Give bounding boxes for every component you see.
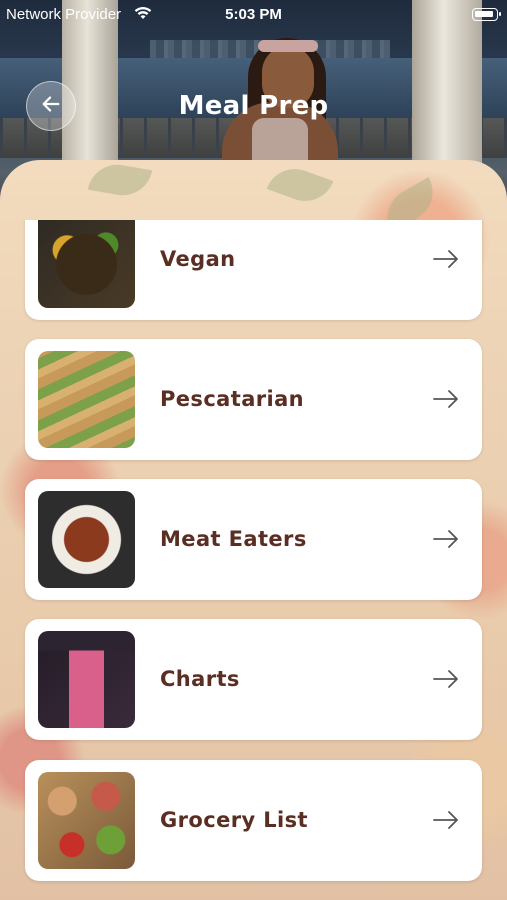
category-label: Vegan [160, 247, 236, 271]
category-list[interactable]: Vegan Pescatarian Meat Eaters Charts Gro… [0, 220, 507, 900]
vegan-dish-image [38, 220, 135, 308]
category-card-pescatarian[interactable]: Pescatarian [25, 339, 482, 460]
clock-time: 5:03 PM [225, 6, 282, 23]
arrow-right-icon [433, 809, 459, 831]
category-label: Meat Eaters [160, 527, 307, 551]
arrow-right-icon [433, 248, 459, 270]
arrow-right-icon [433, 388, 459, 410]
meat-dish-image [38, 491, 135, 588]
category-card-vegan[interactable]: Vegan [25, 220, 482, 320]
category-label: Grocery List [160, 808, 308, 832]
category-card-grocery-list[interactable]: Grocery List [25, 760, 482, 881]
category-card-meat-eaters[interactable]: Meat Eaters [25, 479, 482, 600]
category-label: Charts [160, 667, 240, 691]
smoothie-image [38, 631, 135, 728]
groceries-image [38, 772, 135, 869]
pescatarian-dish-image [38, 351, 135, 448]
category-label: Pescatarian [160, 387, 305, 411]
battery-icon [472, 8, 501, 21]
status-bar: Network Provider 5:03 PM [0, 0, 507, 30]
arrow-right-icon [433, 528, 459, 550]
category-card-charts[interactable]: Charts [25, 619, 482, 740]
page-title: Meal Prep [178, 91, 329, 121]
arrow-right-icon [433, 668, 459, 690]
presenter-headband [258, 40, 318, 52]
